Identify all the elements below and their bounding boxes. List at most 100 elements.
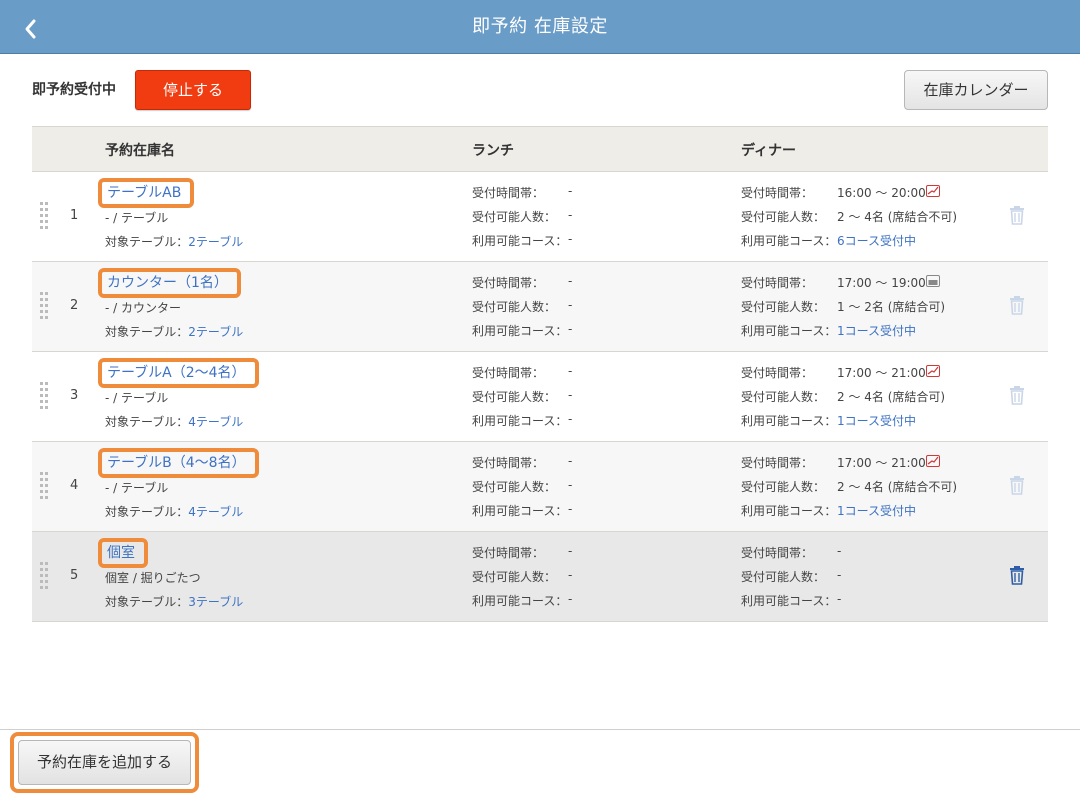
inventory-name-link[interactable]: テーブルA（2〜4名）: [98, 358, 259, 388]
lunch-people-label: 受付可能人数：: [472, 570, 557, 584]
dinner-time-value: 17:00 〜 21:00: [837, 456, 926, 470]
chart-icon[interactable]: [926, 455, 940, 467]
table-row: 4 テーブルB（4〜8名） - / テーブル 対象テーブル：4テーブル 受付時間…: [32, 442, 1048, 532]
target-tables-link[interactable]: 4テーブル: [188, 415, 243, 429]
column-header-name: 予約在庫名: [105, 143, 175, 159]
dinner-people-label: 受付可能人数：: [741, 480, 826, 494]
inventory-calendar-button[interactable]: 在庫カレンダー: [904, 70, 1048, 110]
lunch-course-label: 利用可能コース：: [472, 594, 568, 608]
lunch-people-label: 受付可能人数：: [472, 480, 557, 494]
dinner-time-label: 受付時間帯：: [741, 276, 814, 290]
target-tables: 対象テーブル：4テーブル: [105, 503, 243, 520]
seat-type: - / テーブル: [105, 391, 169, 405]
add-inventory-highlight: 予約在庫を追加する: [10, 732, 199, 793]
dinner-people-value: 1 〜 2名 (席結合可): [837, 300, 946, 314]
drag-handle-icon[interactable]: [40, 202, 50, 230]
row-number: 5: [70, 568, 79, 583]
drag-handle-icon[interactable]: [40, 292, 50, 320]
chart-icon[interactable]: [926, 185, 940, 197]
dinner-people-value: 2 〜 4名 (席結合不可): [837, 210, 958, 224]
page-title: 即予約 在庫設定: [472, 16, 608, 37]
row-number: 3: [70, 388, 79, 403]
lunch-time-label: 受付時間帯：: [472, 186, 545, 200]
table-row: 2 カウンター（1名） - / カウンター 対象テーブル：2テーブル 受付時間帯…: [32, 262, 1048, 352]
lunch-course-value: -: [568, 502, 573, 516]
lunch-course-label: 利用可能コース：: [472, 234, 568, 248]
target-tables-label: 対象テーブル：: [105, 325, 189, 339]
lunch-time-value: -: [568, 274, 573, 288]
dinner-course-link[interactable]: 1コース受付中: [837, 502, 916, 519]
trash-icon: [1010, 476, 1024, 495]
trash-icon: [1010, 296, 1024, 315]
dinner-people-value: 2 〜 4名 (席結合可): [837, 390, 946, 404]
dinner-course-label: 利用可能コース：: [741, 504, 837, 518]
stop-button[interactable]: 停止する: [135, 70, 251, 110]
dinner-time-value: -: [837, 544, 842, 558]
dinner-course-label: 利用可能コース：: [741, 594, 837, 608]
drag-handle-icon[interactable]: [40, 382, 50, 410]
dinner-people-label: 受付可能人数：: [741, 570, 826, 584]
target-tables-link[interactable]: 2テーブル: [188, 235, 243, 249]
target-tables-link[interactable]: 2テーブル: [188, 325, 243, 339]
row-number: 2: [70, 298, 79, 313]
target-tables: 対象テーブル：2テーブル: [105, 233, 243, 250]
dinner-people-label: 受付可能人数：: [741, 300, 826, 314]
dinner-course-link[interactable]: 6コース受付中: [837, 232, 916, 249]
dinner-course-label: 利用可能コース：: [741, 324, 837, 338]
lunch-time-label: 受付時間帯：: [472, 456, 545, 470]
lunch-people-value: -: [568, 388, 573, 402]
dinner-people-label: 受付可能人数：: [741, 390, 826, 404]
lunch-people-value: -: [568, 568, 573, 582]
column-header-dinner: ディナー: [741, 143, 797, 159]
image-icon[interactable]: [926, 275, 940, 287]
dinner-course-value: -: [837, 592, 842, 606]
row-number: 1: [70, 208, 79, 223]
inventory-name-link[interactable]: テーブルB（4〜8名）: [98, 448, 259, 478]
target-tables-link[interactable]: 3テーブル: [188, 595, 243, 609]
trash-icon[interactable]: [1008, 565, 1026, 585]
trash-icon: [1010, 386, 1024, 405]
inventory-table: 予約在庫名 ランチ ディナー 1 テーブルAB - / テーブル 対象テーブル：…: [32, 126, 1048, 622]
dinner-time-value: 17:00 〜 19:00: [837, 276, 926, 290]
header-bar: 即予約 在庫設定: [0, 0, 1080, 54]
target-tables: 対象テーブル：4テーブル: [105, 413, 243, 430]
target-tables-label: 対象テーブル：: [105, 235, 189, 249]
lunch-people-value: -: [568, 478, 573, 492]
dinner-course-label: 利用可能コース：: [741, 234, 837, 248]
dinner-time-label: 受付時間帯：: [741, 546, 814, 560]
dinner-course-link[interactable]: 1コース受付中: [837, 322, 916, 339]
seat-type: - / テーブル: [105, 481, 169, 495]
target-tables-label: 対象テーブル：: [105, 415, 189, 429]
inventory-name-link[interactable]: カウンター（1名）: [98, 268, 241, 298]
lunch-time-value: -: [568, 544, 573, 558]
target-tables-link[interactable]: 4テーブル: [188, 505, 243, 519]
table-header: 予約在庫名 ランチ ディナー: [32, 126, 1048, 172]
drag-handle-icon[interactable]: [40, 472, 50, 500]
inventory-name-link[interactable]: 個室: [98, 538, 148, 568]
lunch-people-label: 受付可能人数：: [472, 210, 557, 224]
lunch-course-value: -: [568, 322, 573, 336]
lunch-time-value: -: [568, 364, 573, 378]
dinner-course-link[interactable]: 1コース受付中: [837, 412, 916, 429]
seat-type: - / カウンター: [105, 301, 182, 315]
lunch-time-value: -: [568, 184, 573, 198]
inventory-name-link[interactable]: テーブルAB: [98, 178, 195, 208]
chart-icon[interactable]: [926, 365, 940, 377]
trash-icon: [1010, 206, 1024, 225]
dinner-people-label: 受付可能人数：: [741, 210, 826, 224]
add-inventory-button[interactable]: 予約在庫を追加する: [18, 740, 191, 785]
drag-handle-icon[interactable]: [40, 562, 50, 590]
table-row: 1 テーブルAB - / テーブル 対象テーブル：2テーブル 受付時間帯： - …: [32, 172, 1048, 262]
target-tables-label: 対象テーブル：: [105, 595, 189, 609]
lunch-people-value: -: [568, 298, 573, 312]
lunch-course-value: -: [568, 232, 573, 246]
lunch-people-label: 受付可能人数：: [472, 300, 557, 314]
table-row: 3 テーブルA（2〜4名） - / テーブル 対象テーブル：4テーブル 受付時間…: [32, 352, 1048, 442]
dinner-people-value: -: [837, 568, 842, 582]
column-header-lunch: ランチ: [472, 143, 514, 159]
lunch-course-value: -: [568, 592, 573, 606]
lunch-time-label: 受付時間帯：: [472, 546, 545, 560]
lunch-course-label: 利用可能コース：: [472, 414, 568, 428]
lunch-time-value: -: [568, 454, 573, 468]
dinner-time-label: 受付時間帯：: [741, 186, 814, 200]
